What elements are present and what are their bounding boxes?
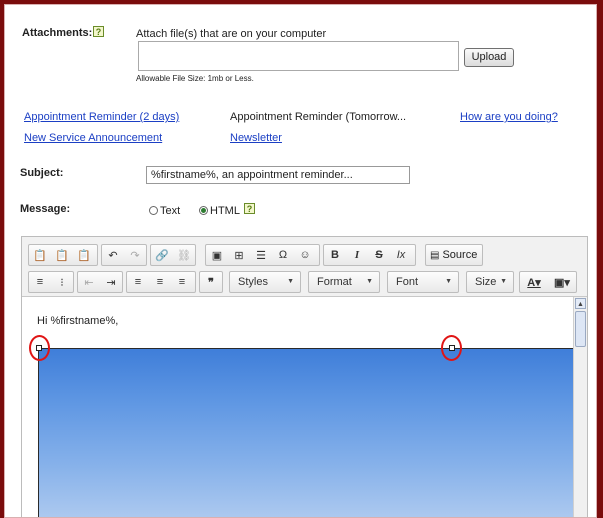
undo-group: ↶ ↷ [101,244,147,266]
align-center-icon[interactable]: ≡ [149,272,171,292]
special-char-icon[interactable]: Ω [272,245,294,265]
align-right-icon[interactable]: ≡ [171,272,193,292]
subject-label: Subject: [20,167,64,179]
clipboard-group: 📋 📋 📋 [28,244,98,266]
radio-html[interactable] [199,206,208,215]
attachments-label: Attachments: [22,27,92,39]
unlink-icon[interactable]: ⛓ [173,245,195,265]
remove-format-icon[interactable]: Ix [390,245,412,265]
chevron-down-icon: ▼ [500,278,507,285]
radio-text-label: Text [160,205,181,217]
subject-input[interactable]: %firstname%, an appointment reminder... [146,166,410,184]
table-icon[interactable]: ⊞ [228,245,250,265]
template-reminder-tomorrow[interactable]: Appointment Reminder (Tomorrow... [230,111,406,123]
template-link-how-are-you[interactable]: How are you doing? [460,111,558,123]
styles-combo[interactable]: Styles ▼ [229,271,301,293]
paste-text-icon[interactable]: 📋 [51,245,73,265]
radio-html-label: HTML [210,205,240,217]
numbered-list-icon[interactable]: ≡ [29,272,51,292]
image-icon[interactable]: ▣ [206,245,228,265]
horizontal-rule-icon[interactable]: ☰ [250,245,272,265]
strike-icon[interactable]: S [368,245,390,265]
radio-html-option[interactable]: HTML [199,205,240,217]
link-group: 🔗 ⛓ [150,244,196,266]
format-combo[interactable]: Format ▼ [308,271,380,293]
source-icon: ▤ [430,249,440,261]
rich-text-editor: 📋 📋 📋 ↶ ↷ 🔗 ⛓ ▣ ⊞ ☰ Ω ☺ B I S Ix ▤ Sourc… [21,236,588,517]
link-icon[interactable]: 🔗 [151,245,173,265]
list-group: ≡ ⁝ [28,271,74,293]
blockquote-icon[interactable]: ❞ [200,272,222,292]
insert-group: ▣ ⊞ ☰ Ω ☺ [205,244,320,266]
bg-color-icon[interactable]: ▣▾ [548,272,576,292]
chevron-down-icon: ▼ [366,278,373,285]
vertical-scrollbar[interactable]: ▲ [573,297,587,517]
indent-icon[interactable]: ⇥ [100,272,122,292]
editor-content[interactable]: Hi %firstname%, [22,297,575,517]
align-left-icon[interactable]: ≡ [127,272,149,292]
paste-icon[interactable]: 📋 [29,245,51,265]
message-label: Message: [20,203,71,215]
chevron-down-icon: ▼ [445,278,452,285]
attachments-label-text: Attachments: [22,27,93,39]
template-link-reminder-2days[interactable]: Appointment Reminder (2 days) [24,111,179,123]
italic-icon[interactable]: I [346,245,368,265]
template-link-new-service[interactable]: New Service Announcement [24,132,162,144]
size-label: Size [475,276,497,288]
source-button[interactable]: ▤ Source [425,244,483,266]
file-input[interactable] [138,41,459,71]
scroll-thumb[interactable] [575,311,586,347]
chevron-down-icon: ▼ [287,278,294,285]
radio-text-option[interactable]: Text [149,205,180,217]
align-group: ≡ ≡ ≡ [126,271,196,293]
bulleted-list-icon[interactable]: ⁝ [51,272,73,292]
styles-label: Styles [238,276,268,288]
font-label: Font [396,276,419,288]
quote-group: ❞ [199,271,223,293]
template-link-newsletter[interactable]: Newsletter [230,132,282,144]
indent-group: ⇤ ⇥ [77,271,123,293]
message-help-icon[interactable]: ? [244,203,255,214]
editor-toolbar: 📋 📋 📋 ↶ ↷ 🔗 ⛓ ▣ ⊞ ☰ Ω ☺ B I S Ix ▤ Sourc… [22,237,587,297]
upload-button[interactable]: Upload [464,48,514,67]
help-icon[interactable]: ? [93,26,104,37]
file-size-note: Allowable File Size: 1mb or Less. [136,74,254,83]
redo-icon[interactable]: ↷ [124,245,146,265]
size-combo[interactable]: Size ▼ [466,271,514,293]
bold-icon[interactable]: B [324,245,346,265]
scroll-up-icon[interactable]: ▲ [575,298,586,309]
highlight-circle-top [441,335,462,361]
basic-style-group: B I S Ix [323,244,416,266]
paste-word-icon[interactable]: 📋 [73,245,95,265]
highlight-circle-left [29,335,50,361]
color-group: A▾ ▣▾ [519,271,577,293]
format-label: Format [317,276,352,288]
font-combo[interactable]: Font ▼ [387,271,459,293]
source-label: Source [442,249,478,261]
sky-image[interactable] [38,348,575,517]
greeting-text: Hi %firstname%, [37,315,119,327]
undo-icon[interactable]: ↶ [102,245,124,265]
outdent-icon[interactable]: ⇤ [78,272,100,292]
text-color-icon[interactable]: A▾ [520,272,548,292]
smiley-icon[interactable]: ☺ [294,245,316,265]
radio-text[interactable] [149,206,158,215]
window-frame: Attachments: ? Attach file(s) that are o… [4,4,597,518]
attach-caption: Attach file(s) that are on your computer [136,28,327,40]
